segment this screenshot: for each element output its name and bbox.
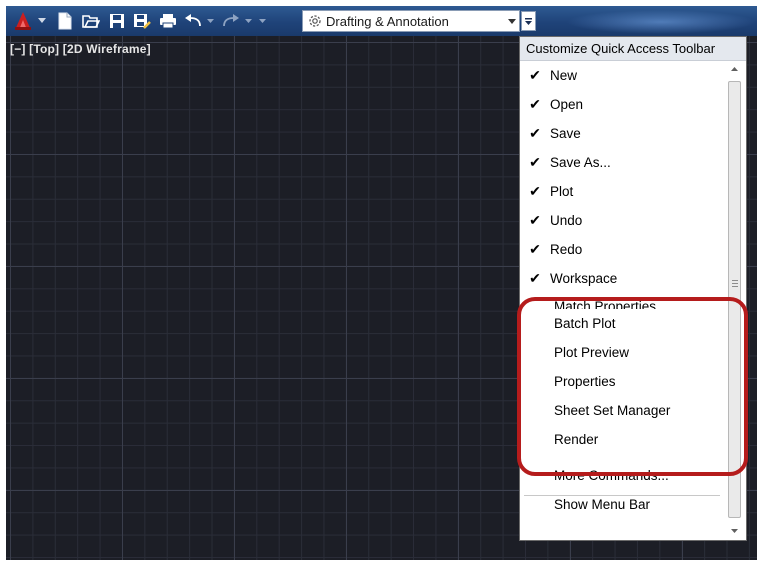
menu-scrollbar[interactable]: [726, 61, 743, 539]
menu-item-plot[interactable]: ✔ Plot: [520, 177, 725, 206]
toolbar-separator-caret: [256, 10, 268, 32]
scrollbar-thumb[interactable]: [728, 81, 741, 518]
scroll-up-arrow-icon[interactable]: [726, 61, 743, 77]
application-menu-caret[interactable]: [36, 10, 48, 32]
new-file-icon: [58, 12, 72, 30]
redo-button[interactable]: [220, 10, 242, 32]
menu-item-match-properties[interactable]: Match Properties: [520, 293, 725, 309]
check-icon: ✔: [529, 96, 541, 112]
check-icon: ✔: [529, 212, 541, 228]
title-bar-glow: [566, 10, 756, 34]
undo-dropdown[interactable]: [204, 10, 216, 32]
customize-toolbar-button[interactable]: [521, 11, 536, 31]
menu-item-open[interactable]: ✔ Open: [520, 90, 725, 119]
menu-item-properties[interactable]: Properties: [520, 367, 725, 396]
save-as-button[interactable]: [130, 10, 154, 32]
autocad-logo-icon: [15, 12, 31, 30]
menu-header: Customize Quick Access Toolbar: [520, 37, 746, 61]
check-icon: ✔: [529, 67, 541, 83]
check-icon: ✔: [529, 154, 541, 170]
menu-item-render[interactable]: Render: [520, 425, 725, 454]
open-button[interactable]: [80, 10, 102, 32]
undo-icon: [185, 14, 201, 27]
chevron-down-icon: [244, 18, 252, 23]
scroll-grip-icon: [732, 280, 738, 289]
menu-item-more-commands[interactable]: More Commands...: [520, 461, 725, 490]
menu-item-redo[interactable]: ✔ Redo: [520, 235, 725, 264]
menu-item-save-as[interactable]: ✔ Save As...: [520, 148, 725, 177]
open-folder-icon: [82, 15, 100, 28]
application-menu-button[interactable]: [10, 10, 36, 32]
check-icon: ✔: [529, 270, 541, 286]
quick-access-toolbar: Drafting & Annotation: [6, 6, 757, 36]
customize-dropdown-icon: [525, 17, 532, 25]
menu-items: ✔ New ✔ Open ✔ Save ✔ Save As... ✔ Plot ✔ Undo…: [520, 61, 725, 519]
workspace-label: Drafting & Annotation: [326, 13, 449, 29]
chevron-down-icon: [206, 18, 214, 23]
plot-button[interactable]: [156, 10, 180, 32]
save-button[interactable]: [106, 10, 128, 32]
menu-item-plot-preview[interactable]: Plot Preview: [520, 338, 725, 367]
workspace-dropdown[interactable]: Drafting & Annotation: [302, 10, 520, 32]
chevron-down-icon: [508, 11, 516, 31]
check-icon: ✔: [529, 183, 541, 199]
menu-item-show-menu-bar[interactable]: Show Menu Bar: [520, 490, 725, 519]
undo-button[interactable]: [182, 10, 204, 32]
menu-item-sheet-set-manager[interactable]: Sheet Set Manager: [520, 396, 725, 425]
chevron-down-icon: [258, 18, 266, 23]
save-icon: [110, 14, 124, 28]
viewport-controls-label[interactable]: [−] [Top] [2D Wireframe]: [10, 42, 151, 56]
save-as-icon: [134, 14, 151, 29]
check-icon: ✔: [529, 241, 541, 257]
new-button[interactable]: [54, 10, 76, 32]
menu-item-new[interactable]: ✔ New: [520, 61, 725, 90]
scroll-down-arrow-icon[interactable]: [726, 523, 743, 539]
menu-item-save[interactable]: ✔ Save: [520, 119, 725, 148]
redo-dropdown[interactable]: [242, 10, 254, 32]
printer-icon: [160, 14, 176, 29]
redo-icon: [223, 14, 239, 27]
menu-item-undo[interactable]: ✔ Undo: [520, 206, 725, 235]
menu-item-workspace[interactable]: ✔ Workspace: [520, 264, 725, 293]
menu-item-batch-plot[interactable]: Batch Plot: [520, 309, 725, 338]
check-icon: ✔: [529, 125, 541, 141]
customize-qat-menu: Customize Quick Access Toolbar ✔ New ✔ Ope…: [519, 36, 747, 541]
gear-icon: [306, 12, 324, 30]
chevron-down-icon: [38, 18, 46, 23]
